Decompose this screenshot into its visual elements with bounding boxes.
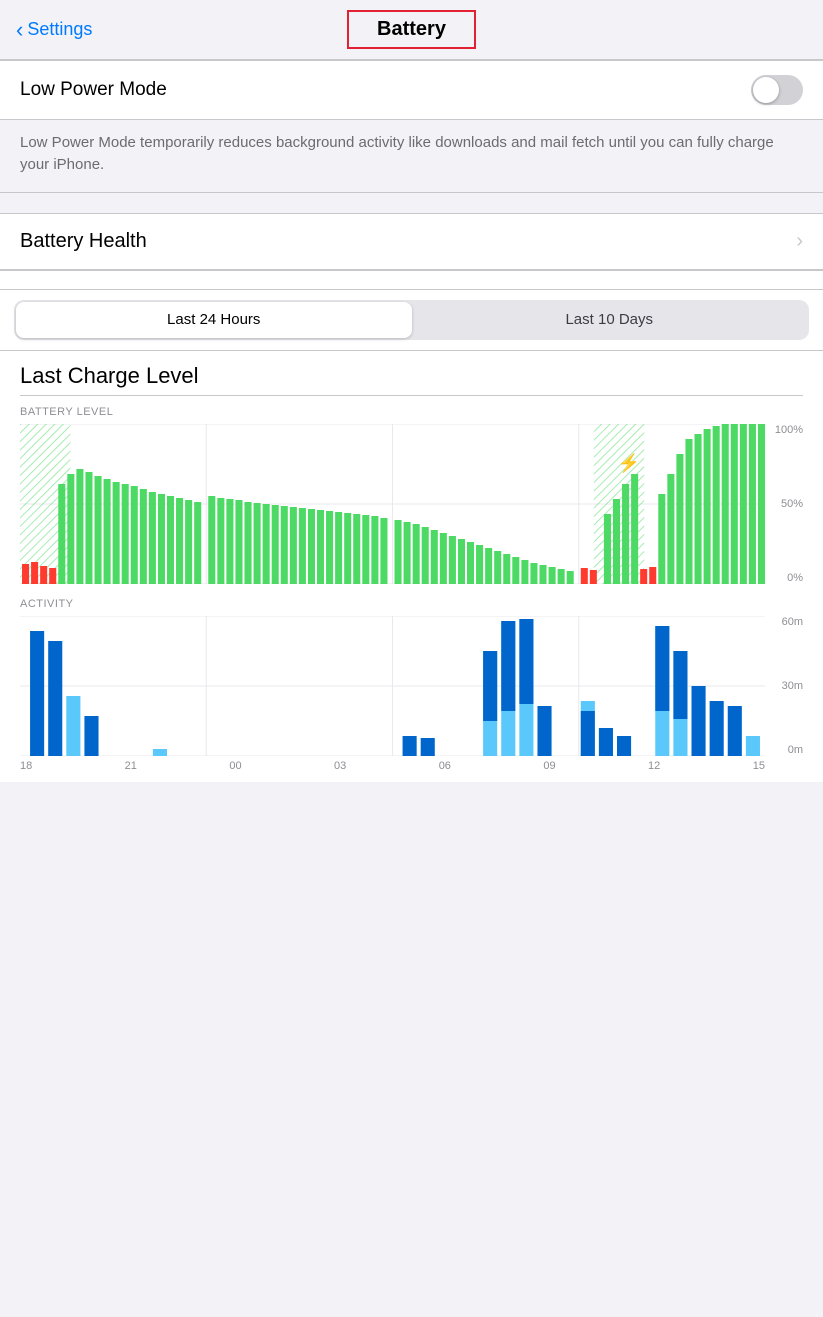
x-label-09: 09 xyxy=(543,760,555,772)
low-power-description: Low Power Mode temporarily reduces backg… xyxy=(20,134,774,173)
y-label-0: 0% xyxy=(787,572,803,584)
x-label-18: 18 xyxy=(20,760,32,772)
low-power-mode-toggle[interactable] xyxy=(751,75,803,105)
spacer-1 xyxy=(0,270,823,290)
low-power-mode-label: Low Power Mode xyxy=(20,79,167,101)
segment-last-10-days[interactable]: Last 10 Days xyxy=(412,302,808,338)
y-label-100: 100% xyxy=(775,424,803,436)
y-label-50: 50% xyxy=(781,498,803,510)
back-label: Settings xyxy=(27,19,92,40)
x-label-12: 12 xyxy=(648,760,660,772)
battery-level-label: BATTERY LEVEL xyxy=(20,406,803,418)
back-button[interactable]: ‹ Settings xyxy=(16,19,92,41)
x-axis-labels: 18 21 00 03 06 09 12 15 xyxy=(20,760,803,772)
activity-svg xyxy=(20,616,765,756)
x-label-00: 00 xyxy=(229,760,241,772)
battery-health-label: Battery Health xyxy=(20,230,147,253)
battery-level-bars: ⚡ xyxy=(20,424,765,584)
battery-y-axis: 100% 50% 0% xyxy=(765,424,803,584)
x-label-15: 15 xyxy=(753,760,765,772)
toggle-knob xyxy=(753,77,779,103)
time-range-segment-wrapper: Last 24 Hours Last 10 Days xyxy=(0,290,823,351)
page-title: Battery xyxy=(377,18,446,40)
battery-level-svg: ⚡ xyxy=(20,424,765,584)
y-label-30m: 30m xyxy=(782,680,803,692)
activity-bars xyxy=(20,616,765,756)
battery-health-row[interactable]: Battery Health › xyxy=(0,213,823,270)
navigation-bar: ‹ Settings Battery xyxy=(0,0,823,60)
low-power-description-box: Low Power Mode temporarily reduces backg… xyxy=(0,120,823,193)
activity-chart-area: ACTIVITY xyxy=(0,584,823,772)
battery-level-chart-area: BATTERY LEVEL xyxy=(0,396,823,584)
activity-y-axis: 60m 30m 0m xyxy=(765,616,803,756)
last-charge-level-title: Last Charge Level xyxy=(0,351,823,395)
back-chevron-icon: ‹ xyxy=(16,19,23,41)
time-range-segment[interactable]: Last 24 Hours Last 10 Days xyxy=(14,300,809,340)
svg-text:⚡: ⚡ xyxy=(618,452,641,474)
x-label-21: 21 xyxy=(125,760,137,772)
y-label-0m: 0m xyxy=(788,744,803,756)
x-label-06: 06 xyxy=(439,760,451,772)
x-label-03: 03 xyxy=(334,760,346,772)
activity-label: ACTIVITY xyxy=(20,598,803,610)
y-label-60m: 60m xyxy=(782,616,803,628)
segment-last-24-hours[interactable]: Last 24 Hours xyxy=(16,302,412,338)
low-power-mode-row: Low Power Mode xyxy=(0,60,823,120)
title-box: Battery xyxy=(347,10,476,49)
charts-section: Last Charge Level BATTERY LEVEL xyxy=(0,351,823,782)
chevron-right-icon: › xyxy=(796,230,803,253)
activity-chart-container: 60m 30m 0m xyxy=(20,616,803,756)
